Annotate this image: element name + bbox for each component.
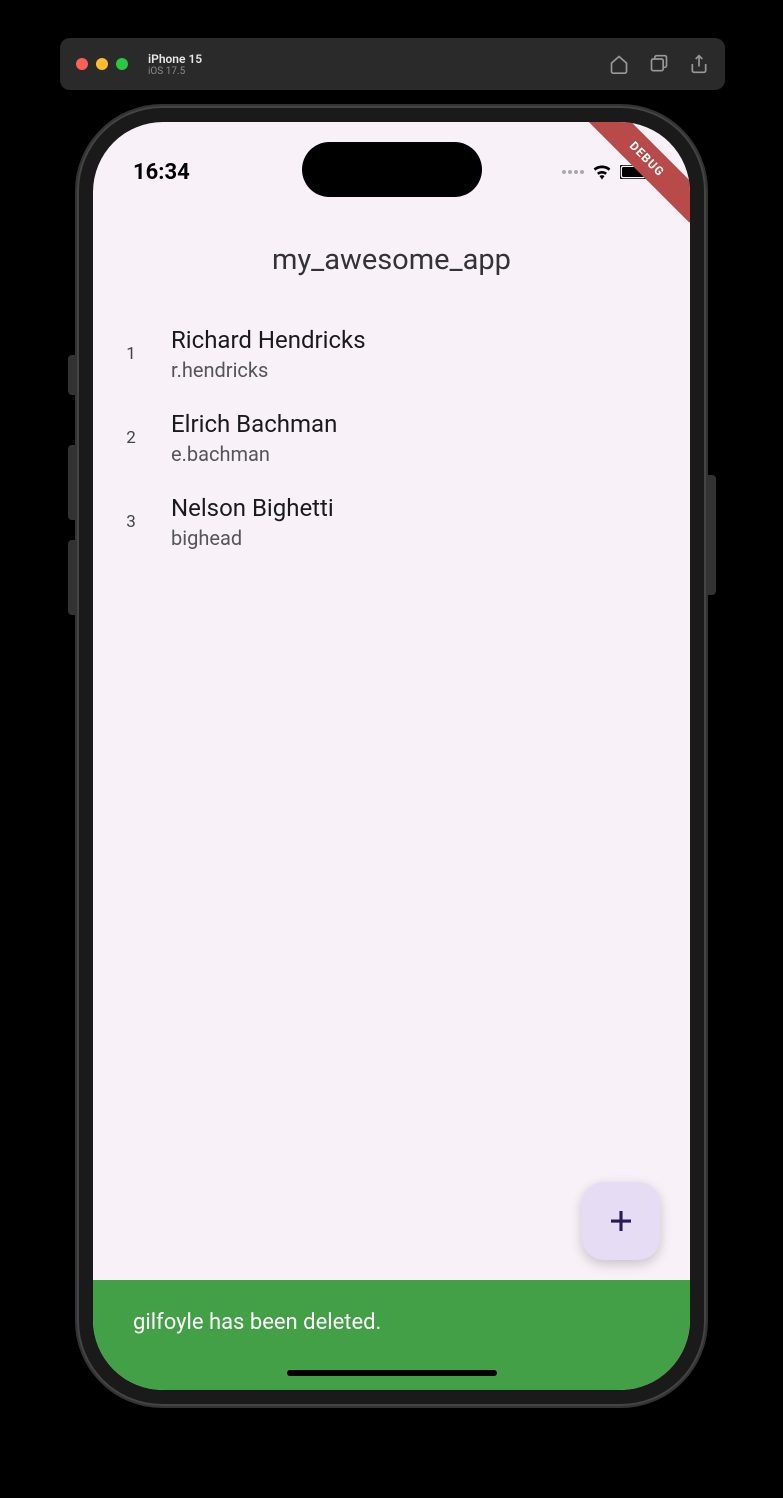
window-close-button[interactable] <box>76 58 88 70</box>
phone-silent-switch <box>68 355 76 395</box>
list-item[interactable]: 2 Elrich Bachman e.bachman <box>93 396 690 480</box>
debug-ribbon-label: DEBUG <box>583 122 690 223</box>
list-item[interactable]: 1 Richard Hendricks r.hendricks <box>93 312 690 396</box>
phone-frame: DEBUG 16:34 <box>77 106 706 1406</box>
item-content: Richard Hendricks r.hendricks <box>171 326 366 382</box>
app-title: my_awesome_app <box>272 243 511 277</box>
item-username: e.bachman <box>171 442 337 466</box>
window-minimize-button[interactable] <box>96 58 108 70</box>
share-icon[interactable] <box>689 54 709 74</box>
home-icon[interactable] <box>609 54 629 74</box>
status-time: 16:34 <box>133 160 190 185</box>
simulator-device-label: iPhone 15 <box>148 52 202 66</box>
item-content: Elrich Bachman e.bachman <box>171 410 337 466</box>
home-indicator[interactable] <box>287 1370 497 1376</box>
window-zoom-button[interactable] <box>116 58 128 70</box>
item-name: Elrich Bachman <box>171 410 337 438</box>
phone-volume-down <box>68 540 76 615</box>
phone-power-button <box>708 475 716 595</box>
traffic-lights <box>76 58 128 70</box>
debug-banner: DEBUG <box>570 122 690 242</box>
simulator-window-bar: iPhone 15 iOS 17.5 <box>60 38 725 90</box>
dynamic-island <box>302 142 482 197</box>
item-index: 1 <box>123 344 139 364</box>
item-content: Nelson Bighetti bighead <box>171 494 334 550</box>
plus-icon <box>606 1206 636 1236</box>
item-index: 3 <box>123 512 139 532</box>
simulator-title: iPhone 15 iOS 17.5 <box>148 52 202 77</box>
item-username: r.hendricks <box>171 358 366 382</box>
item-index: 2 <box>123 428 139 448</box>
simulator-toolbar-icons <box>609 54 709 74</box>
snackbar-message: gilfoyle has been deleted. <box>133 1310 381 1335</box>
item-name: Richard Hendricks <box>171 326 366 354</box>
screenshot-icon[interactable] <box>649 54 669 74</box>
simulator-os-label: iOS 17.5 <box>148 66 202 77</box>
item-name: Nelson Bighetti <box>171 494 334 522</box>
phone-screen: DEBUG 16:34 <box>93 122 690 1390</box>
list-item[interactable]: 3 Nelson Bighetti bighead <box>93 480 690 564</box>
add-button[interactable] <box>582 1182 660 1260</box>
item-username: bighead <box>171 526 334 550</box>
phone-volume-up <box>68 445 76 520</box>
